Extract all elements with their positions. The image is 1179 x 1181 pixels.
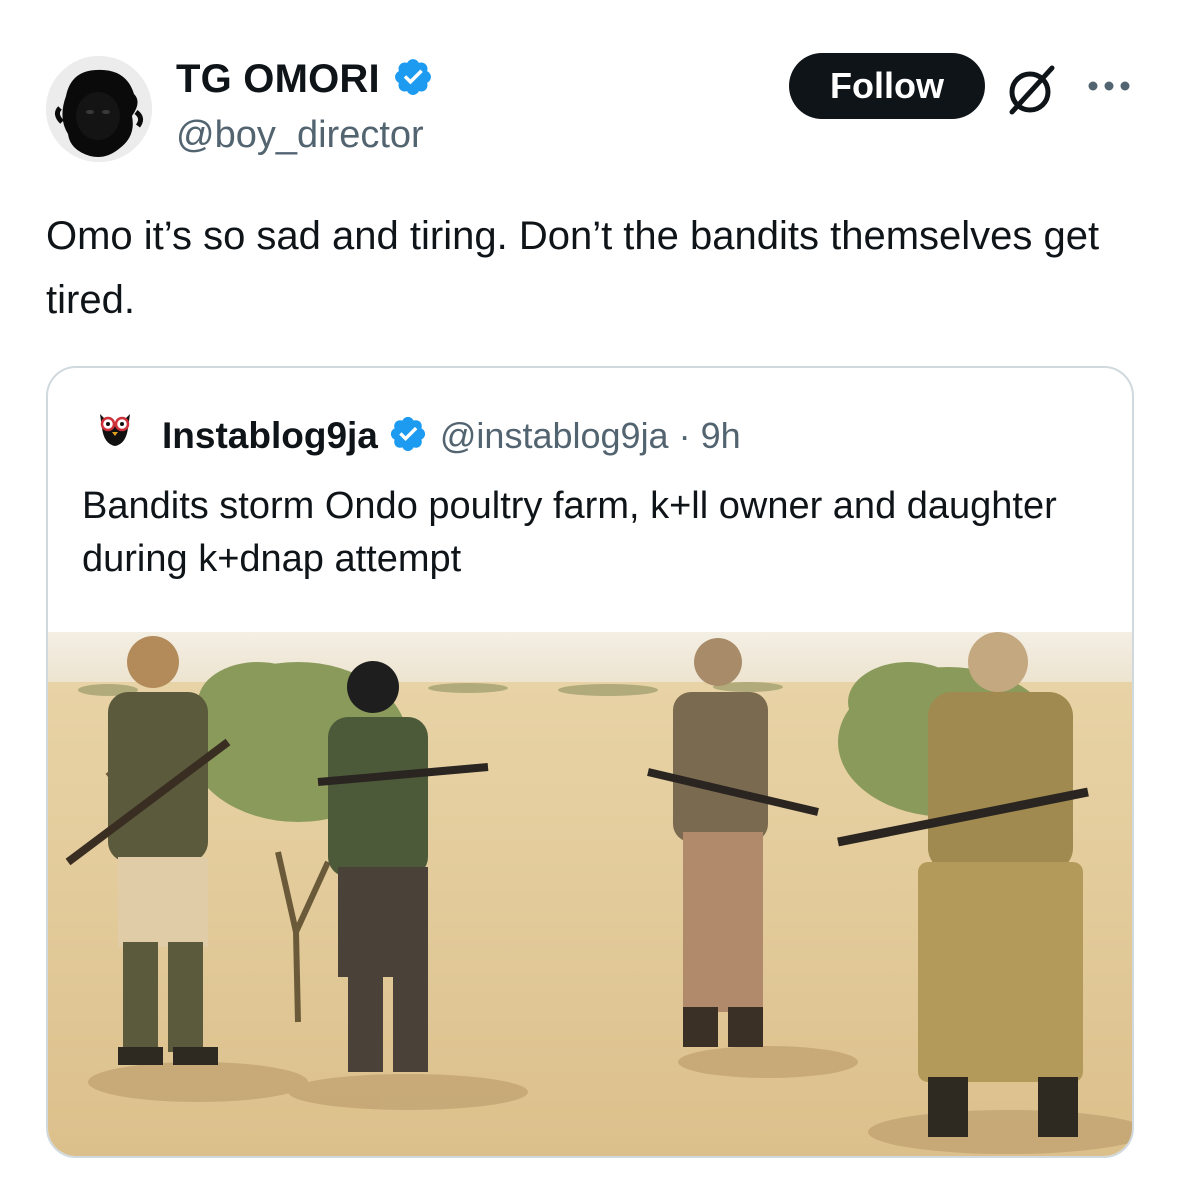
author-display-name[interactable]: TG OMORI xyxy=(176,57,380,102)
meta-separator: · xyxy=(678,415,691,456)
verified-badge-icon xyxy=(388,414,428,459)
quoted-author-handle[interactable]: @instablog9ja xyxy=(440,415,669,457)
grok-icon[interactable] xyxy=(1002,60,1062,120)
quoted-tweet-timestamp[interactable]: 9h xyxy=(701,415,741,457)
verified-badge-icon xyxy=(392,56,434,103)
author-avatar[interactable] xyxy=(46,56,152,162)
author-name-row: TG OMORI xyxy=(176,56,434,103)
quoted-tweet-header: Instablog9ja @instablog9ja · 9h xyxy=(82,406,741,466)
tweet-text: Omo it’s so sad and tiring. Don’t the ba… xyxy=(46,214,1100,322)
quoted-author-display-name[interactable]: Instablog9ja xyxy=(162,415,378,457)
author-handle[interactable]: @boy_director xyxy=(176,114,424,157)
quoted-tweet-card[interactable]: Instablog9ja @instablog9ja · 9h Bandits … xyxy=(46,366,1134,1158)
quoted-tweet-text: Bandits storm Ondo poultry farm, k+ll ow… xyxy=(82,485,1057,580)
quoted-author-avatar[interactable] xyxy=(82,406,148,466)
more-dots-icon[interactable] xyxy=(1085,74,1133,98)
follow-button[interactable]: Follow xyxy=(789,53,985,119)
quoted-tweet-photo[interactable] xyxy=(48,632,1132,1156)
